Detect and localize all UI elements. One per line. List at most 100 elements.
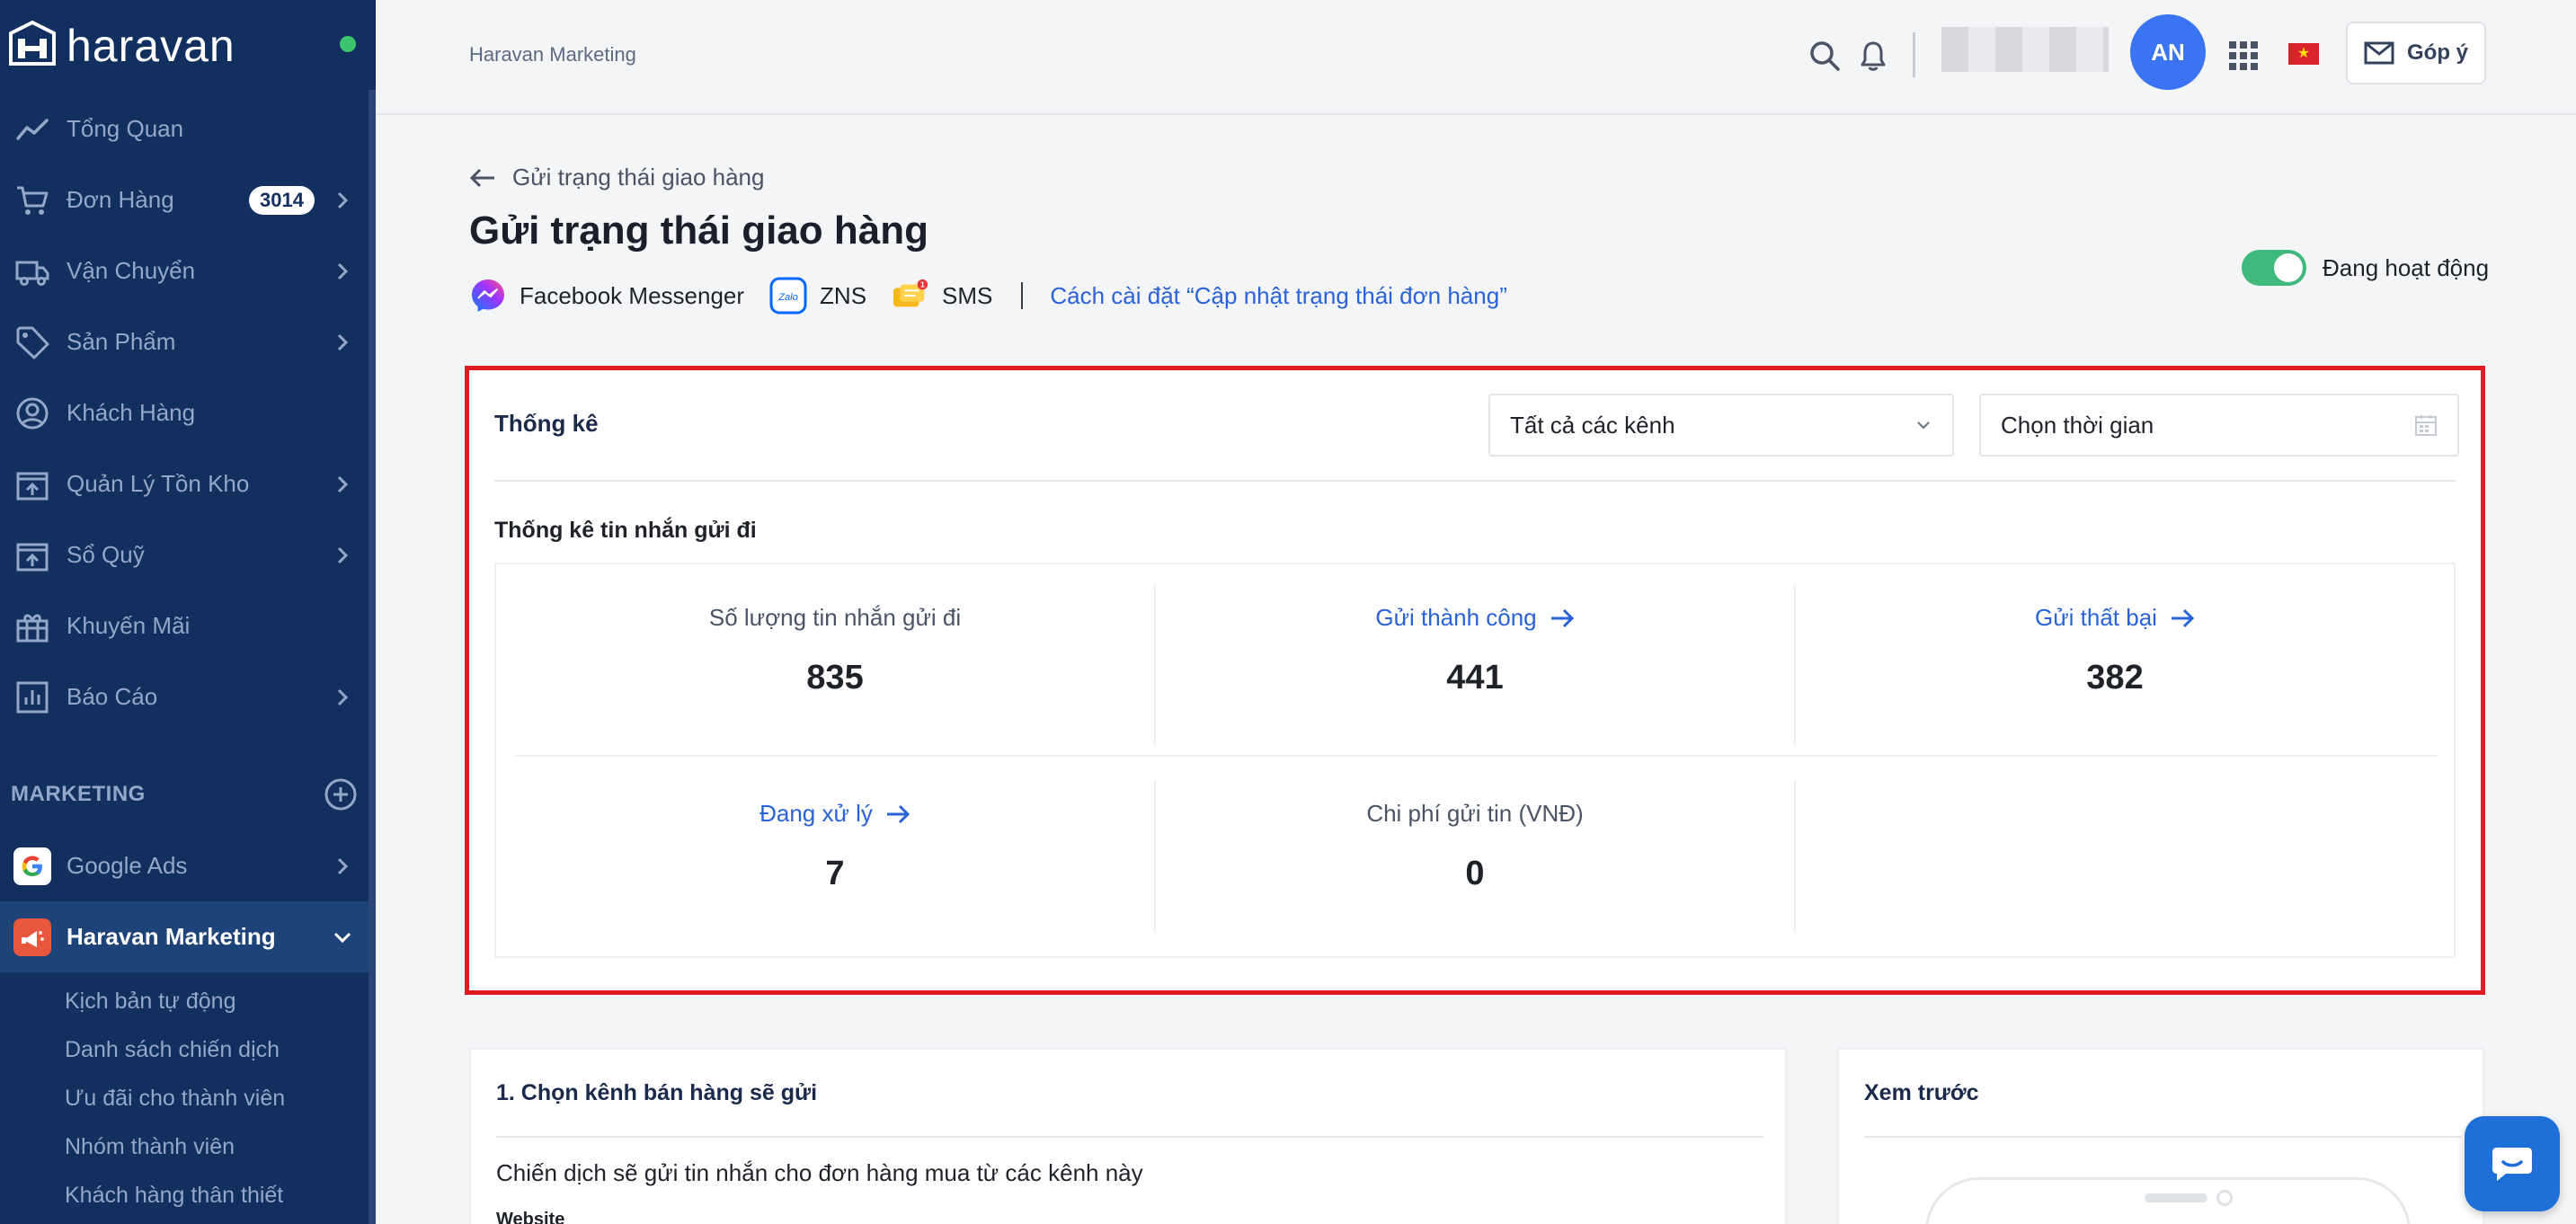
sidebar-item-van-chuyen[interactable]: Vận Chuyển xyxy=(0,235,369,306)
stat-value: 835 xyxy=(806,659,864,696)
blurred-account-name xyxy=(1941,27,2109,72)
sub-item-khach-hang-than-thiet[interactable]: Khách hàng thân thiết xyxy=(65,1183,283,1209)
chevron-right-icon xyxy=(329,853,356,880)
card-divider xyxy=(496,1136,1763,1138)
sub-item-uu-dai-thanh-vien[interactable]: Ưu đãi cho thành viên xyxy=(65,1086,285,1112)
channel-list: Facebook Messenger Zalo ZNS 1 SMS Cách c… xyxy=(469,275,1507,316)
sidebar-item-khach-hang[interactable]: Khách Hàng xyxy=(0,377,369,448)
apps-grid-icon[interactable] xyxy=(2224,36,2263,75)
svg-text:1: 1 xyxy=(920,279,925,288)
stats-subtitle: Thống kê tin nhắn gửi đi xyxy=(494,518,757,543)
mail-icon xyxy=(2364,41,2394,65)
chevron-right-icon xyxy=(329,187,356,214)
sub-item-danh-sach-chien-dich[interactable]: Danh sách chiến dịch xyxy=(65,1037,280,1063)
sidebar-item-tong-quan[interactable]: Tổng Quan xyxy=(0,93,369,164)
haravan-logo[interactable]: haravan xyxy=(5,18,235,74)
stat-failed: Gửi thất bại 382 xyxy=(1796,604,2434,697)
stat-total-sent: Số lượng tin nhắn gửi đi 835 xyxy=(516,604,1154,697)
stat-label: Số lượng tin nhắn gửi đi xyxy=(708,604,962,631)
header-divider xyxy=(1913,32,1915,77)
vietnam-flag-icon[interactable]: ★ xyxy=(2288,43,2319,65)
tag-icon xyxy=(13,323,52,362)
search-icon[interactable] xyxy=(1805,36,1844,75)
chat-support-button[interactable] xyxy=(2465,1116,2560,1211)
calendar-icon xyxy=(2415,415,2437,436)
sidebar-item-google-ads[interactable]: Google Ads xyxy=(0,830,369,901)
channel-messenger-label: Facebook Messenger xyxy=(520,281,745,309)
sidebar-item-label: Haravan Marketing xyxy=(67,923,276,950)
stat-label: Gửi thành công xyxy=(1375,604,1537,631)
back-link[interactable]: Gửi trạng thái giao hàng xyxy=(469,164,764,191)
user-icon xyxy=(13,394,52,433)
chevron-right-icon xyxy=(329,258,356,285)
sidebar-item-label: Sản Phẩm xyxy=(67,328,176,355)
chevron-down-icon xyxy=(329,924,356,951)
sidebar-item-label: Google Ads xyxy=(67,852,188,879)
channel-zns-label: ZNS xyxy=(820,281,867,309)
chevron-right-icon xyxy=(329,329,356,356)
phone-speaker xyxy=(2145,1193,2207,1202)
sidebar-item-so-quy[interactable]: Sổ Quỹ xyxy=(0,519,369,590)
stat-value: 382 xyxy=(2086,659,2144,696)
arrow-right-icon xyxy=(1550,608,1574,627)
top-header: Haravan Marketing AN ★ Góp ý xyxy=(376,0,2576,115)
channel-sms-label: SMS xyxy=(942,281,993,309)
stat-failed-link[interactable]: Gửi thất bại xyxy=(1796,604,2434,632)
stat-value: 441 xyxy=(1446,659,1504,696)
chevron-right-icon xyxy=(329,542,356,569)
stat-value: 7 xyxy=(825,855,845,892)
add-channel-icon[interactable] xyxy=(324,777,358,812)
sidebar-item-san-pham[interactable]: Sản Phẩm xyxy=(0,306,369,377)
marketing-section-label: MARKETING xyxy=(11,782,146,806)
feedback-button[interactable]: Góp ý xyxy=(2346,22,2486,84)
sidebar: haravan Tổng Quan Đơn Hàng 3014 Vận Chuy… xyxy=(0,0,376,1224)
logo-text: haravan xyxy=(67,21,235,71)
sub-item-kich-ban-tu-dong[interactable]: Kịch bản tự động xyxy=(65,989,235,1015)
stat-success-link[interactable]: Gửi thành công xyxy=(1156,604,1794,632)
arrow-right-icon xyxy=(886,804,910,823)
truck-icon xyxy=(13,252,52,291)
svg-text:Zalo: Zalo xyxy=(777,292,797,303)
stats-card: Thống kê Tất cả các kênh Chọn thời gian … xyxy=(465,366,2485,995)
grid-divider xyxy=(514,755,2438,757)
website-option-label[interactable]: Website xyxy=(496,1210,564,1224)
sidebar-item-khuyen-mai[interactable]: Khuyến Mãi xyxy=(0,590,369,661)
breadcrumb[interactable]: Haravan Marketing xyxy=(469,43,636,67)
haravan-logo-icon xyxy=(9,20,56,66)
stat-processing-link[interactable]: Đang xử lý xyxy=(516,800,1154,828)
sidebar-item-label: Khuyến Mãi xyxy=(67,612,191,639)
sidebar-item-label: Sổ Quỹ xyxy=(67,541,145,568)
sidebar-item-don-hang[interactable]: Đơn Hàng 3014 xyxy=(0,164,369,235)
arrow-left-icon xyxy=(469,168,494,187)
stats-grid: Số lượng tin nhắn gửi đi 835 Gửi thành c… xyxy=(494,563,2456,958)
haravan-marketing-icon-wrap xyxy=(13,918,52,957)
sales-channel-title: 1. Chọn kênh bán hàng sẽ gửi xyxy=(496,1080,818,1105)
date-range-placeholder: Chọn thời gian xyxy=(2001,411,2154,439)
chevron-right-icon xyxy=(329,684,356,711)
stat-value: 0 xyxy=(1465,855,1485,892)
sidebar-item-quan-ly-ton-kho[interactable]: Quản Lý Tồn Kho xyxy=(0,448,369,519)
sales-channel-description: Chiến dịch sẽ gửi tin nhắn cho đơn hàng … xyxy=(496,1159,1143,1186)
active-toggle[interactable] xyxy=(2242,250,2306,286)
bell-icon[interactable] xyxy=(1853,36,1893,75)
date-range-picker[interactable]: Chọn thời gian xyxy=(1979,394,2459,457)
setup-guide-link[interactable]: Cách cài đặt “Cập nhật trạng thái đơn hà… xyxy=(1050,282,1506,310)
sidebar-item-label: Đơn Hàng xyxy=(67,186,174,213)
trend-icon xyxy=(13,110,52,149)
chevron-right-icon xyxy=(329,471,356,498)
sidebar-item-haravan-marketing[interactable]: Haravan Marketing xyxy=(0,901,369,972)
messenger-icon xyxy=(469,277,507,315)
channel-filter-select[interactable]: Tất cả các kênh xyxy=(1488,394,1954,457)
sidebar-item-bao-cao[interactable]: Báo Cáo xyxy=(0,661,369,732)
stat-cost: Chi phí gửi tin (VNĐ) 0 xyxy=(1156,800,1794,893)
sidebar-scrollbar[interactable] xyxy=(369,90,376,1224)
zalo-icon: Zalo xyxy=(769,277,807,315)
sub-item-nhom-thanh-vien[interactable]: Nhóm thành viên xyxy=(65,1134,235,1160)
page-title: Gửi trạng thái giao hàng xyxy=(469,208,928,253)
avatar[interactable]: AN xyxy=(2130,14,2206,90)
cart-icon xyxy=(13,181,52,220)
card-divider xyxy=(1864,1136,2461,1138)
online-status-dot xyxy=(340,36,356,52)
arrow-right-icon xyxy=(2171,608,2195,627)
stat-label: Gửi thất bại xyxy=(2035,604,2157,631)
